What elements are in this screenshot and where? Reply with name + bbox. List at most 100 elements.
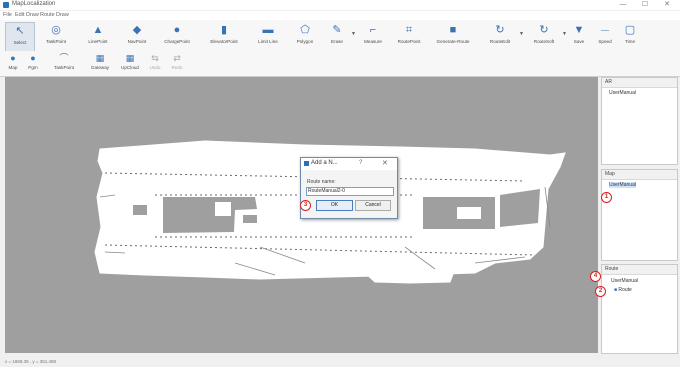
toolbar-charge-point-button[interactable]: ● ChargePoint	[156, 22, 198, 50]
toolbar-label: ChargePoint	[164, 39, 190, 44]
toolbar-label: RouteSoft	[533, 39, 555, 44]
toolbar2-label: Map	[8, 65, 18, 70]
dialog-app-icon	[304, 161, 309, 166]
toolbar-label: Limit Line	[258, 39, 278, 44]
map-icon: ●	[10, 53, 16, 63]
route-parent-item[interactable]: UserManual	[611, 278, 638, 284]
toolbar-speed-button[interactable]: ⏤ Speed	[594, 22, 616, 50]
limit-line-icon: ▬	[262, 24, 274, 36]
generate-route-icon: ■	[449, 24, 457, 36]
toolbar-nav-point-button[interactable]: ◆ NavPoint	[120, 22, 154, 50]
toolbar-polygon-button[interactable]: ⬠ Polygon	[289, 22, 321, 50]
route-child-label: Route	[618, 287, 632, 293]
gateway-icon: ▦	[95, 53, 105, 63]
help-icon[interactable]: ?	[359, 160, 362, 166]
toolbar-label: NavPoint	[127, 39, 147, 44]
toolbar-line-point-button[interactable]: ▲ LinePoint	[78, 22, 118, 50]
toolbar2-task-point-button[interactable]: ⌒ TaskPoint	[47, 52, 81, 75]
annotation-badge-1: 1	[601, 192, 612, 203]
toolbar-label: Generate-Route	[436, 39, 470, 44]
dialog-close-icon[interactable]: ✕	[382, 159, 388, 167]
menu-draw-2[interactable]: Draw	[56, 12, 69, 18]
cancel-button[interactable]: Cancel	[355, 200, 391, 211]
task-point-icon: ◎	[51, 24, 61, 36]
route-panel: Route UserManual ■ Route	[601, 264, 678, 354]
toolbar-cursor-button[interactable]: ↖ Select	[5, 22, 35, 52]
map-panel-title: Map	[605, 171, 615, 177]
close-button[interactable]: ✕	[656, 0, 678, 10]
toolbar2-label: Redo	[171, 65, 183, 70]
toolbar-measure-button[interactable]: ⌐ Measure	[358, 22, 388, 50]
ok-button[interactable]: OK	[316, 200, 353, 211]
toolbar2-gateway-button[interactable]: ▦ Gateway	[86, 52, 114, 75]
dropdown-arrow-icon[interactable]: ▼	[351, 31, 356, 37]
ar-panel: AR UserManual	[601, 77, 678, 165]
up-cloud-icon: ▦	[125, 53, 135, 63]
pgm-icon: ●	[30, 53, 36, 63]
toolbar2-up-cloud-button[interactable]: ▦ UpCloud	[116, 52, 144, 75]
toolbar-task-point-button[interactable]: ◎ TaskPoint	[36, 22, 76, 50]
toolbar-elevator-point-button[interactable]: ▮ ElevatorPoint	[201, 22, 247, 50]
task-point-icon: ⌒	[59, 53, 69, 63]
status-bar: x = 1868.39 , y = 351.498	[0, 355, 680, 367]
map-item[interactable]: UserManual	[609, 182, 636, 188]
route-point-icon: ⌗	[405, 24, 413, 36]
toolbar-route-edit-button[interactable]: ↻ RouteEdit	[482, 22, 518, 50]
toolbar2-label: Undo	[149, 65, 161, 70]
dropdown-arrow-icon[interactable]: ▼	[562, 31, 567, 37]
toolbar2-label: TaskPoint	[54, 65, 74, 70]
route-icon: ■	[614, 287, 618, 293]
cursor-icon: ↖	[15, 25, 25, 37]
cursor-coordinates: x = 1868.39 , y = 351.498	[5, 359, 57, 364]
toolbar-label: ElevatorPoint	[210, 39, 238, 44]
toolbar-label: Save	[573, 39, 585, 44]
erase-icon: ✎	[332, 24, 342, 36]
route-edit-icon: ↻	[495, 24, 505, 36]
annotation-badge-3: 3	[300, 200, 311, 211]
ar-panel-title: AR	[605, 79, 612, 85]
menu-edit[interactable]: Edit	[15, 12, 24, 18]
toolbar-route-point-button[interactable]: ⌗ RoutePoint	[390, 22, 428, 50]
toolbar-label: RoutePoint	[397, 39, 421, 44]
elevator-point-icon: ▮	[220, 24, 228, 36]
toolbar-label: Measure	[364, 39, 382, 44]
toolbar2-map-button[interactable]: ● Map	[5, 52, 21, 75]
menu-bar: File Edit Draw Route Draw	[0, 11, 680, 20]
toolbar-erase-button[interactable]: ✎ Erase	[324, 22, 350, 50]
save-icon: ▼	[573, 24, 585, 36]
toolbar2-label: Pgm	[28, 65, 38, 70]
toolbar2-redo-button: ⇄ Redo	[168, 52, 186, 75]
redo-icon: ⇄	[173, 53, 181, 63]
annotation-badge-2: 2	[595, 286, 606, 297]
dialog-title: Add a N...	[311, 160, 338, 166]
secondary-toolbar: ● Map ● Pgm ⌒ TaskPoint ▦ Gateway ▦ UpCloud ⇆ Undo ⇄…	[0, 51, 680, 77]
minimize-button[interactable]: —	[612, 0, 634, 10]
route-name-label: Route name:	[307, 179, 336, 185]
toolbar-label: Speed	[598, 39, 612, 44]
add-route-dialog: Add a N... ? ✕ Route name: RouteManual2-…	[300, 157, 398, 219]
route-child-item[interactable]: ■ Route	[614, 287, 632, 293]
dropdown-arrow-icon[interactable]: ▼	[519, 31, 524, 37]
ar-item[interactable]: UserManual	[609, 90, 636, 96]
maximize-button[interactable]: ☐	[634, 0, 656, 10]
toolbar-label: RouteEdit	[489, 39, 511, 44]
route-soft-icon: ↻	[539, 24, 549, 36]
toolbar-generate-route-button[interactable]: ■ Generate-Route	[431, 22, 475, 50]
menu-route[interactable]: Route	[40, 12, 55, 18]
toolbar2-pgm-button[interactable]: ● Pgm	[25, 52, 41, 75]
toolbar2-undo-button: ⇆ Undo	[146, 52, 164, 75]
main-toolbar: ↖ Select ◎ TaskPoint ▲ LinePoint ◆ NavPoint ● Cha…	[0, 20, 680, 52]
toolbar-route-soft-button[interactable]: ↻ RouteSoft	[527, 22, 561, 50]
toolbar-label: Erase	[330, 39, 343, 44]
toolbar-limit-line-button[interactable]: ▬ Limit Line	[250, 22, 286, 50]
toolbar-time-button[interactable]: ▢ Time	[619, 22, 641, 50]
toolbar2-label: UpCloud	[121, 65, 139, 70]
toolbar-save-button[interactable]: ▼ Save	[568, 22, 590, 50]
menu-file[interactable]: File	[3, 12, 12, 18]
toolbar-label: TaskPoint	[46, 39, 66, 44]
polygon-icon: ⬠	[300, 24, 310, 36]
menu-draw[interactable]: Draw	[26, 12, 39, 18]
map-panel-header: Map	[602, 170, 677, 180]
route-name-input[interactable]: RouteManual2-0	[306, 187, 394, 196]
nav-point-icon: ◆	[132, 24, 142, 36]
